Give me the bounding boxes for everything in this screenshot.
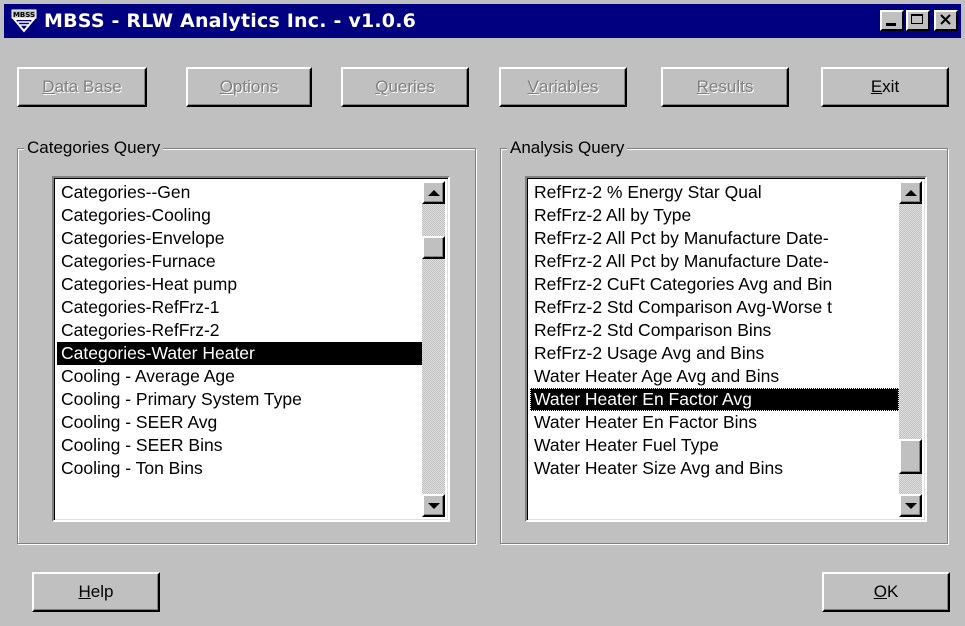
list-item[interactable]: Categories-RefFrz-2 [57,319,422,342]
categories-query-listbox[interactable]: Categories--Gen Categories-Cooling Categor… [52,176,450,522]
database-button-accel: D [42,77,55,96]
variables-button-label: ariables [538,77,599,96]
ok-button-accel: O [873,582,887,601]
database-button[interactable]: Data Base [17,67,147,107]
list-item[interactable]: Categories-Envelope [57,227,422,250]
list-item[interactable]: Categories-Cooling [57,204,422,227]
arrow-down-icon [427,502,440,509]
list-item[interactable]: Water Heater Size Avg and Bins [530,457,899,480]
options-button-accel: O [219,77,233,96]
window-controls [878,10,958,31]
list-item[interactable]: Categories-Heat pump [57,273,422,296]
categories-scroll-down-button[interactable] [422,494,445,517]
list-item[interactable]: Water Heater Fuel Type [530,434,899,457]
main-window: MBSS MBSS - RLW Analytics Inc. - v1.0.6 … [0,0,965,626]
title-bar[interactable]: MBSS MBSS - RLW Analytics Inc. - v1.0.6 [4,4,961,38]
list-item[interactable]: Water Heater En Factor Avg [530,388,899,411]
analysis-scroll-up-button[interactable] [899,181,922,204]
maximize-button[interactable] [906,10,930,31]
queries-button-accel: Q [375,77,389,96]
arrow-up-icon [904,189,917,196]
categories-scroll-up-button[interactable] [422,181,445,204]
database-button-label: ata Base [54,77,122,96]
categories-scrollbar[interactable] [422,181,445,517]
help-button-label: elp [90,582,114,601]
list-item[interactable]: RefFrz-2 All Pct by Manufacture Date- [530,227,899,250]
exit-button-accel: E [870,77,883,96]
analysis-scroll-thumb[interactable] [899,438,922,474]
list-item[interactable]: Categories-RefFrz-1 [57,296,422,319]
analysis-query-label: Analysis Query [507,138,628,158]
list-item[interactable]: RefFrz-2 CuFt Categories Avg and Bin [530,273,899,296]
arrow-down-icon [904,502,917,509]
exit-button-label: xit [882,77,900,96]
list-item[interactable]: RefFrz-2 Std Comparison Bins [530,319,899,342]
minimize-icon [886,23,896,26]
list-item[interactable]: Categories-Furnace [57,250,422,273]
list-item[interactable]: Water Heater Age Avg and Bins [530,365,899,388]
options-button-label: ptions [232,77,279,96]
analysis-scroll-down-button[interactable] [899,494,922,517]
queries-button-label: ueries [388,77,435,96]
close-button[interactable] [934,10,958,31]
variables-button[interactable]: Variables [499,67,627,107]
list-item[interactable]: RefFrz-2 Std Comparison Avg-Worse t [530,296,899,319]
results-button[interactable]: Results [661,67,789,107]
ok-button[interactable]: OK [822,572,950,612]
close-icon [940,14,951,25]
window-title: MBSS - RLW Analytics Inc. - v1.0.6 [44,10,417,32]
list-item[interactable]: Water Heater En Factor Bins [530,411,899,434]
mbss-logo-icon[interactable]: MBSS [10,8,38,34]
variables-button-accel: V [527,77,539,96]
list-item[interactable]: Categories-Water Heater [57,342,422,365]
help-button-accel: H [78,582,91,601]
list-item[interactable]: RefFrz-2 % Energy Star Qual [530,181,899,204]
list-item[interactable]: RefFrz-2 All Pct by Manufacture Date- [530,250,899,273]
results-button-accel: R [696,77,709,96]
queries-button[interactable]: Queries [341,67,469,107]
results-button-label: esults [708,77,754,96]
exit-button[interactable]: Exit [821,67,949,107]
analysis-query-listbox[interactable]: RefFrz-2 % Energy Star Qual RefFrz-2 All … [525,176,927,522]
list-item[interactable]: Cooling - SEER Avg [57,411,422,434]
analysis-scrollbar[interactable] [899,181,922,517]
minimize-button[interactable] [880,10,904,31]
list-item[interactable]: RefFrz-2 All by Type [530,204,899,227]
categories-scroll-thumb[interactable] [422,236,445,260]
list-item[interactable]: Cooling - Ton Bins [57,457,422,480]
list-item[interactable]: Cooling - Average Age [57,365,422,388]
list-item[interactable]: Categories--Gen [57,181,422,204]
analysis-query-items: RefFrz-2 % Energy Star Qual RefFrz-2 All … [530,181,899,517]
maximize-icon [911,14,923,24]
list-item[interactable]: RefFrz-2 Usage Avg and Bins [530,342,899,365]
categories-query-items: Categories--Gen Categories-Cooling Categor… [57,181,422,517]
categories-query-label: Categories Query [24,138,164,158]
help-button[interactable]: Help [32,572,160,612]
arrow-up-icon [427,189,440,196]
options-button[interactable]: Options [186,67,312,107]
list-item[interactable]: Cooling - Primary System Type [57,388,422,411]
ok-button-label: K [886,582,899,601]
list-item[interactable]: Cooling - SEER Bins [57,434,422,457]
svg-text:MBSS: MBSS [13,11,35,19]
